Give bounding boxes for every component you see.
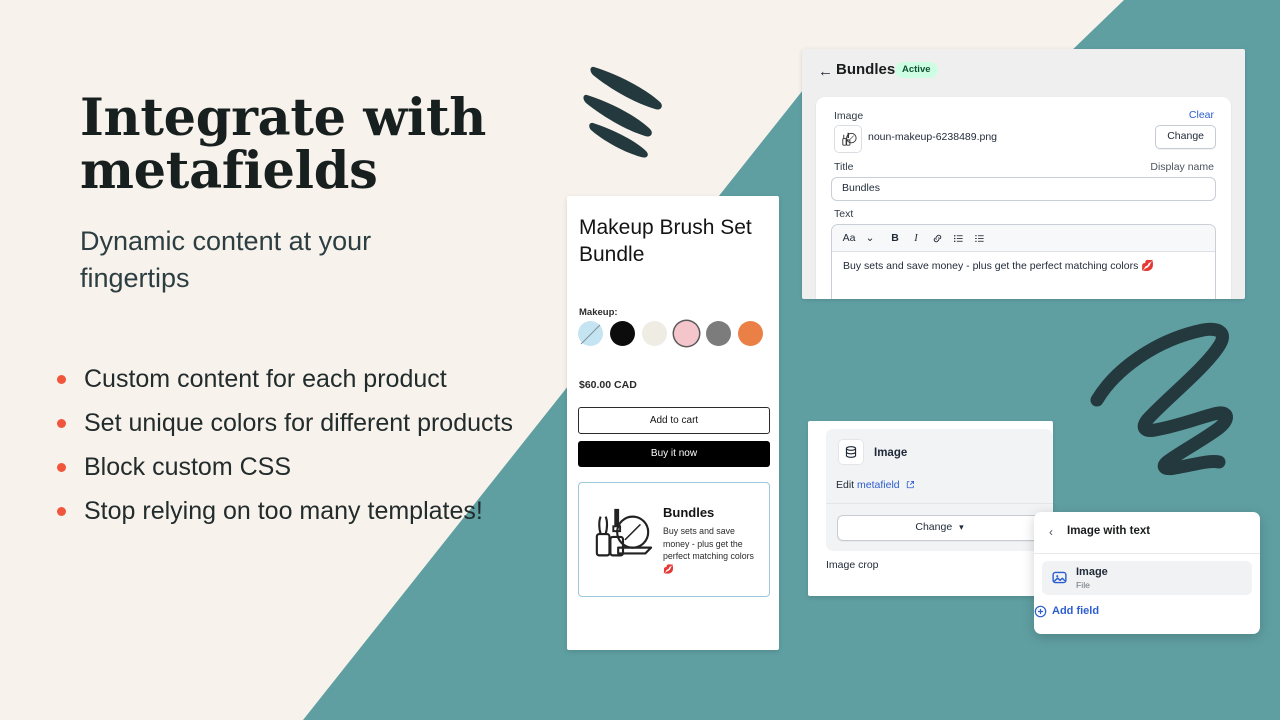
image-block-title: Image — [874, 447, 908, 459]
database-icon — [838, 439, 864, 465]
image-icon — [1052, 571, 1067, 584]
product-price: $60.00 CAD — [579, 379, 637, 391]
bulleted-list-icon[interactable] — [950, 229, 966, 247]
edit-prefix-label: Edit — [836, 479, 858, 491]
bundle-metafield-block: Bundles Buy sets and save money - plus g… — [578, 482, 770, 597]
buy-it-now-button[interactable]: Buy it now — [578, 441, 770, 467]
makeup-kit-icon — [841, 132, 857, 146]
bundles-field-card: Image Clear noun-makeup-6238489.png Chan… — [816, 97, 1231, 299]
back-arrow-icon[interactable]: ← — [818, 64, 833, 80]
rich-text-toolbar: Aa ⌄ B I — [832, 225, 1215, 252]
subheadline: Dynamic content at your fingertips — [80, 226, 372, 293]
bundles-metafield-panel: ← Bundles Active Image Clear noun-makeup… — [802, 49, 1245, 299]
list-item-label: Set unique colors for different products — [84, 409, 513, 437]
image-block-card: Image Edit metafield Change ▾ — [826, 429, 1053, 551]
swatch-gray[interactable] — [706, 321, 731, 346]
list-item-label: Custom content for each product — [84, 365, 447, 393]
text-field-label: Text — [834, 208, 854, 220]
option-label: Makeup: — [579, 307, 618, 318]
unavailable-slash-icon — [580, 324, 601, 344]
headline-line-1: Integrate with — [80, 88, 486, 148]
feature-list: Custom content for each product Set uniq… — [52, 357, 572, 533]
slide-canvas: Integrate with metafields Dynamic conten… — [0, 0, 1280, 720]
italic-button[interactable]: I — [908, 229, 924, 247]
metafield-link[interactable]: metafield — [857, 479, 900, 491]
add-to-cart-button[interactable]: Add to cart — [578, 407, 770, 434]
bundle-description: Buy sets and save money - plus get the p… — [663, 526, 754, 574]
bullet-dot-icon — [57, 463, 66, 472]
clear-image-link[interactable]: Clear — [1189, 109, 1214, 121]
popover-title: Image with text — [1067, 525, 1151, 537]
bundles-panel-title: Bundles — [836, 61, 896, 78]
title-field-label: Title — [834, 161, 854, 173]
color-swatch-group — [578, 321, 763, 346]
bundle-heading: Bundles — [663, 505, 715, 520]
plus-circle-icon — [1034, 605, 1047, 618]
image-thumbnail — [834, 125, 862, 153]
bullet-dot-icon — [57, 419, 66, 428]
list-item: Stop relying on too many templates! — [52, 489, 572, 533]
list-item: Block custom CSS — [52, 445, 572, 489]
add-field-button[interactable]: Add field — [1034, 605, 1100, 618]
popover-item-image[interactable]: Image File — [1042, 561, 1252, 595]
change-button-label: Change — [915, 521, 953, 533]
list-item-label: Stop relying on too many templates! — [84, 497, 483, 525]
bold-button[interactable]: B — [887, 229, 903, 247]
chevron-left-icon[interactable]: ‹ — [1049, 525, 1053, 539]
product-title: Makeup Brush Set Bundle — [579, 216, 752, 266]
status-badge: Active — [895, 62, 938, 78]
swatch-black[interactable] — [610, 321, 635, 346]
rich-text-editor[interactable]: Aa ⌄ B I Buy sets and save money - plus … — [831, 224, 1216, 299]
page-title: Integrate with metafields — [80, 92, 550, 198]
popover-item-subtitle: File — [1076, 580, 1090, 590]
chevron-down-icon[interactable]: ⌄ — [862, 229, 878, 247]
font-size-button[interactable]: Aa — [841, 229, 857, 247]
change-image-button[interactable]: Change — [1155, 125, 1216, 149]
bullet-dot-icon — [57, 507, 66, 516]
swatch-pink-selected[interactable] — [674, 321, 699, 346]
add-field-label: Add field — [1052, 605, 1100, 617]
swatch-light-blue[interactable] — [578, 321, 603, 346]
bundles-panel-header: ← Bundles Active — [802, 49, 1245, 97]
list-item: Custom content for each product — [52, 357, 572, 401]
list-item-label: Block custom CSS — [84, 453, 292, 481]
chevron-down-icon: ▾ — [959, 522, 964, 532]
divider — [826, 503, 1053, 504]
popover-item-title: Image — [1076, 566, 1108, 578]
swatch-cream[interactable] — [642, 321, 667, 346]
title-input-value: Bundles — [842, 182, 880, 194]
link-icon[interactable] — [929, 229, 945, 247]
numbered-list-icon[interactable] — [971, 229, 987, 247]
metafield-popover: ‹ Image with text Image File Add field — [1034, 512, 1260, 634]
image-crop-label: Image crop — [826, 559, 879, 571]
headline-line-2: metafields — [80, 141, 378, 201]
image-field-label: Image — [834, 110, 864, 122]
bullet-dot-icon — [57, 375, 66, 384]
rich-text-content: Buy sets and save money - plus get the p… — [843, 260, 1155, 272]
makeup-kit-icon — [595, 508, 653, 557]
popover-header: ‹ Image with text — [1034, 512, 1260, 554]
change-block-button[interactable]: Change ▾ — [837, 515, 1042, 541]
image-filename: noun-makeup-6238489.png — [868, 131, 998, 143]
external-link-icon[interactable] — [906, 480, 915, 489]
product-preview-card: Makeup Brush Set Bundle Makeup: $60.00 C… — [567, 196, 779, 650]
swatch-orange[interactable] — [738, 321, 763, 346]
edit-metafield-row: Edit metafield — [836, 479, 915, 491]
list-item: Set unique colors for different products — [52, 401, 572, 445]
title-input[interactable]: Bundles — [831, 177, 1216, 201]
theme-editor-panel: Image Edit metafield Change ▾ Image crop — [808, 421, 1053, 596]
display-name-label: Display name — [1150, 161, 1214, 173]
